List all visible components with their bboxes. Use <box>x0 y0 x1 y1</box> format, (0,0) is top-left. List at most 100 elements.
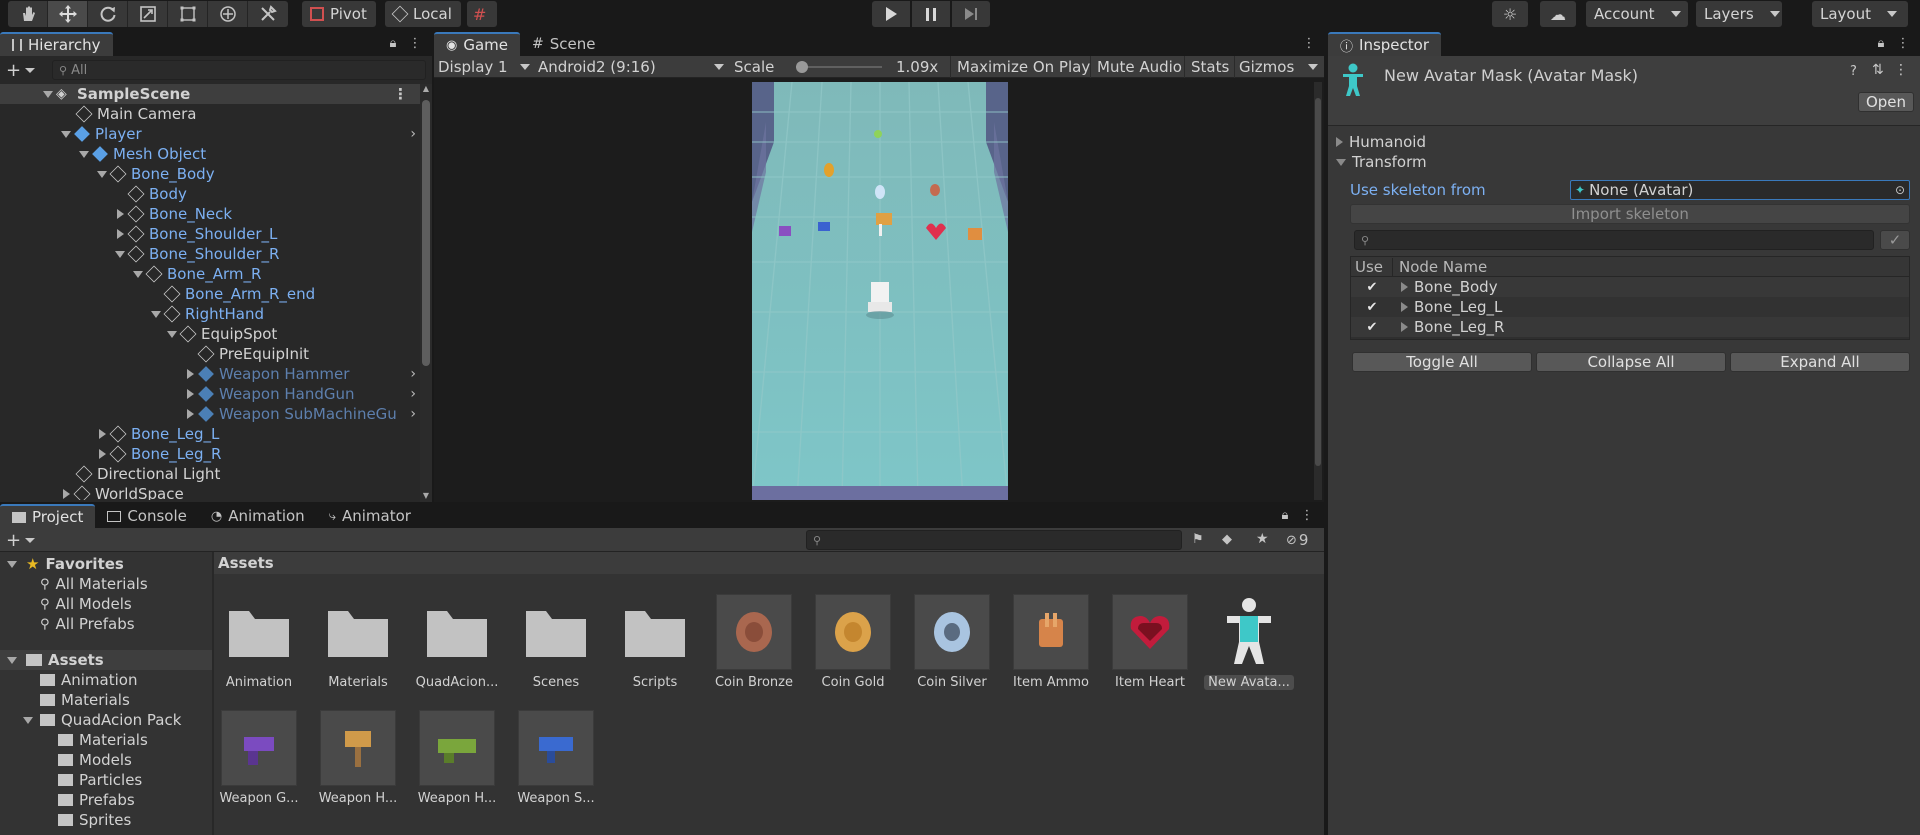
folder-materials[interactable]: Materials <box>0 690 130 710</box>
asset-weapon-s[interactable]: Weapon S... <box>511 710 601 806</box>
layers-dropdown[interactable]: Layers <box>1696 1 1782 27</box>
hierarchy-row-bone-shoulder-l[interactable]: Bone_Shoulder_L <box>0 224 277 244</box>
asset-coin-gold[interactable]: Coin Gold <box>808 594 898 690</box>
maximize-on-play-toggle[interactable]: Maximize On Play <box>950 56 1090 78</box>
tab-console[interactable]: Console <box>95 504 199 528</box>
search-by-type-icon[interactable]: ⚑ <box>1192 532 1204 547</box>
chevron-right-icon[interactable]: › <box>410 126 416 142</box>
hierarchy-search-input[interactable]: ⚲ All <box>52 60 426 80</box>
folder-sprites[interactable]: Sprites <box>0 810 131 830</box>
scrollbar-thumb[interactable] <box>422 100 430 366</box>
humanoid-foldout[interactable]: Humanoid <box>1336 132 1426 152</box>
transform-tool-icon[interactable] <box>208 1 248 27</box>
object-picker-icon[interactable]: ⊙ <box>1895 183 1905 197</box>
game-viewport[interactable] <box>752 82 1008 500</box>
more-options-icon[interactable]: ⋮ <box>1300 508 1314 524</box>
move-tool-icon[interactable] <box>48 1 88 27</box>
folder-prefabs[interactable]: Prefabs <box>0 790 135 810</box>
game-scrollbar[interactable] <box>1314 82 1322 500</box>
panel-splitter-horizontal[interactable] <box>0 502 1324 504</box>
panel-splitter-vertical[interactable] <box>1324 32 1328 835</box>
scale-slider[interactable] <box>796 61 882 73</box>
hierarchy-row-body[interactable]: Body <box>0 184 187 204</box>
scrollbar-thumb[interactable] <box>1315 98 1321 466</box>
favorite-star-icon[interactable]: ★ <box>1256 531 1269 547</box>
grid-snap-button[interactable]: # <box>467 1 497 27</box>
select-all-checkbox[interactable]: ✓ <box>1880 230 1910 250</box>
open-button[interactable]: Open <box>1858 92 1914 112</box>
asset-folder-scenes[interactable]: Scenes <box>511 594 601 690</box>
tab-inspector[interactable]: ⓘ Inspector <box>1328 32 1441 56</box>
lock-icon[interactable]: 🔒︎ <box>1874 36 1888 52</box>
display-dropdown[interactable]: Display 1 <box>438 56 534 78</box>
favorite-all-models[interactable]: ⚲ All Models <box>0 594 132 614</box>
node-use-checkbox[interactable]: ✔ <box>1365 280 1379 295</box>
foldout-collapsed-icon[interactable] <box>1401 282 1408 292</box>
node-use-checkbox[interactable]: ✔ <box>1365 300 1379 315</box>
hierarchy-row-weapon-hammer[interactable]: Weapon Hammer › <box>0 364 422 384</box>
custom-tools-icon[interactable] <box>248 1 288 27</box>
hierarchy-row-samplescene[interactable]: ◈ SampleScene ⋮ <box>0 84 422 104</box>
hierarchy-row-bone-arm-r-end[interactable]: Bone_Arm_R_end <box>0 284 315 304</box>
rect-tool-icon[interactable] <box>168 1 208 27</box>
more-options-icon[interactable]: ⋮ <box>1894 62 1908 78</box>
chevron-right-icon[interactable]: › <box>410 406 416 422</box>
more-options-icon[interactable]: ⋮ <box>1896 36 1910 52</box>
breadcrumb-assets[interactable]: Assets <box>218 554 274 572</box>
column-node-name[interactable]: Node Name <box>1393 258 1487 276</box>
hand-tool-icon[interactable] <box>8 1 48 27</box>
create-asset-dropdown[interactable]: + <box>6 530 36 551</box>
hierarchy-row-player[interactable]: Player › <box>0 124 422 144</box>
chevron-right-icon[interactable]: › <box>410 386 416 402</box>
local-toggle[interactable]: Local <box>385 1 461 27</box>
favorites-foldout[interactable]: ★ Favorites <box>0 554 124 574</box>
asset-folder-animation[interactable]: Animation <box>214 594 304 690</box>
asset-weapon-g[interactable]: Weapon G... <box>214 710 304 806</box>
import-skeleton-button[interactable]: Import skeleton <box>1350 204 1910 224</box>
hierarchy-scrollbar[interactable]: ▲ ▼ <box>420 84 432 502</box>
asset-coin-bronze[interactable]: Coin Bronze <box>709 594 799 690</box>
gizmos-dropdown[interactable]: Gizmos <box>1234 56 1320 78</box>
asset-new-avatar-mask[interactable]: New Avata... <box>1204 594 1294 690</box>
folder-models[interactable]: Models <box>0 750 132 770</box>
step-button[interactable] <box>952 1 990 27</box>
hierarchy-row-directional-light[interactable]: Directional Light <box>0 464 220 484</box>
hierarchy-row-equipspot[interactable]: EquipSpot <box>0 324 277 344</box>
scene-menu-icon[interactable]: ⋮ <box>393 85 408 103</box>
cloud-button[interactable]: ☁ <box>1540 1 1576 27</box>
mute-audio-toggle[interactable]: Mute Audio <box>1090 56 1182 78</box>
asset-folder-materials[interactable]: Materials <box>313 594 403 690</box>
pause-button[interactable] <box>912 1 950 27</box>
chevron-right-icon[interactable]: › <box>410 366 416 382</box>
tab-scene[interactable]: # Scene <box>520 32 607 56</box>
hierarchy-row-weapon-handgun[interactable]: Weapon HandGun › <box>0 384 422 404</box>
hierarchy-row-bone-shoulder-r[interactable]: Bone_Shoulder_R <box>0 244 279 264</box>
hidden-packages-toggle[interactable]: ⊘ 9 <box>1286 530 1308 550</box>
transform-foldout[interactable]: Transform <box>1336 152 1427 172</box>
resolution-dropdown[interactable]: Android2 (9:16) <box>538 56 728 78</box>
assets-root-folder[interactable]: Assets <box>0 650 212 670</box>
hierarchy-row-righthand[interactable]: RightHand <box>0 304 264 324</box>
hierarchy-row-bone-leg-l[interactable]: Bone_Leg_L <box>0 424 219 444</box>
hierarchy-row-preequipinit[interactable]: PreEquipInit <box>0 344 309 364</box>
folder-animation[interactable]: Animation <box>0 670 137 690</box>
help-icon[interactable]: ? <box>1850 64 1857 79</box>
node-search-input[interactable]: ⚲ <box>1354 230 1874 250</box>
create-dropdown[interactable]: + <box>6 60 36 81</box>
toggle-all-button[interactable]: Toggle All <box>1352 352 1532 372</box>
tab-animator[interactable]: ⤷ Animator <box>317 504 423 528</box>
hierarchy-row-bone-arm-r[interactable]: Bone_Arm_R <box>0 264 261 284</box>
node-row-bone-leg-r[interactable]: ✔ Bone_Leg_R <box>1351 317 1909 337</box>
asset-folder-scripts[interactable]: Scripts <box>610 594 700 690</box>
scroll-up-icon[interactable]: ▲ <box>420 84 432 93</box>
rotate-tool-icon[interactable] <box>88 1 128 27</box>
collapse-all-button[interactable]: Collapse All <box>1536 352 1726 372</box>
foldout-collapsed-icon[interactable] <box>1401 322 1408 332</box>
search-by-label-icon[interactable]: ◆ <box>1222 532 1232 547</box>
lock-icon[interactable]: 🔒︎ <box>386 36 400 52</box>
stats-toggle[interactable]: Stats <box>1184 56 1229 78</box>
hierarchy-row-mesh-object[interactable]: Mesh Object <box>0 144 206 164</box>
foldout-collapsed-icon[interactable] <box>1401 302 1408 312</box>
column-use[interactable]: Use <box>1351 257 1393 276</box>
asset-weapon-h1[interactable]: Weapon H... <box>313 710 403 806</box>
